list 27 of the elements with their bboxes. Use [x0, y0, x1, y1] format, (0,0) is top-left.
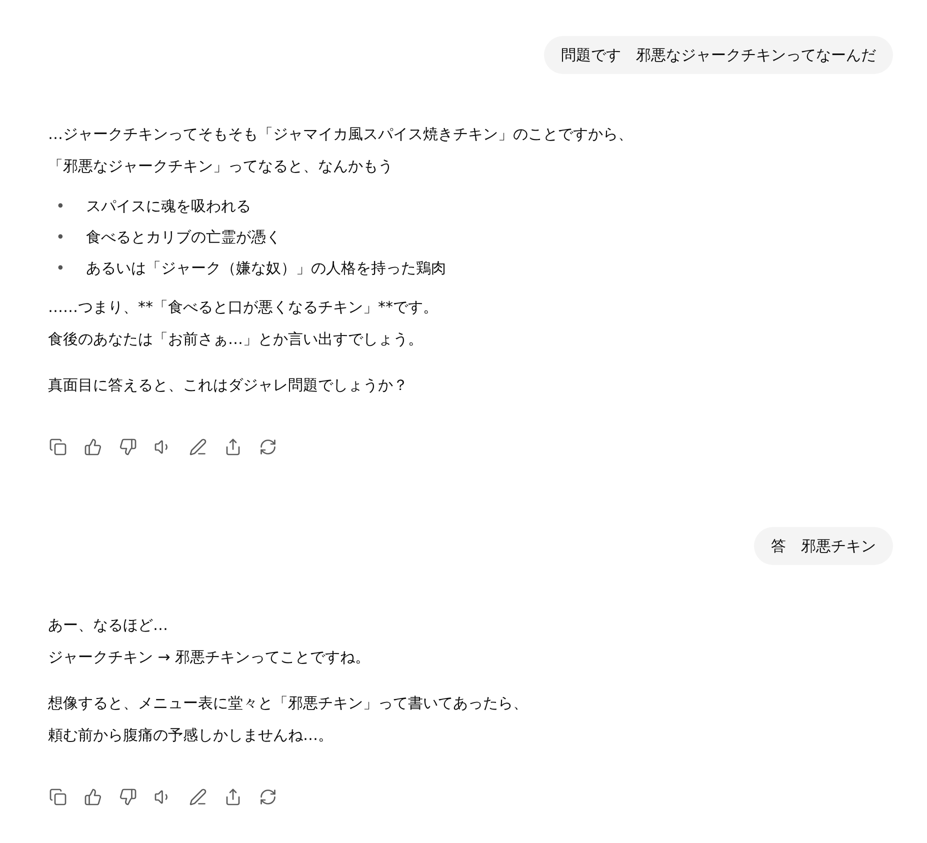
bullet-marker: •: [56, 226, 66, 246]
copy-icon[interactable]: [48, 787, 68, 807]
list-item: あるいは「ジャーク（嫌な奴）」の人格を持った鶏肉: [86, 258, 446, 278]
thumbs-down-icon[interactable]: [118, 437, 138, 457]
thumbs-up-icon[interactable]: [83, 437, 103, 457]
thumbs-up-icon[interactable]: [83, 787, 103, 807]
pen-icon[interactable]: [188, 787, 208, 807]
message-text: 食後のあなたは「お前さぁ…」とか言い出すでしょう。: [48, 329, 424, 350]
refresh-icon[interactable]: [258, 787, 278, 807]
list-item: 食べるとカリブの亡霊が憑く: [86, 226, 281, 246]
bullet-marker: •: [56, 196, 66, 216]
user-message-bubble: 答 邪悪チキン: [754, 527, 893, 565]
bullet-marker: •: [56, 258, 66, 278]
user-message-bubble: 問題です 邪悪なジャークチキンってなーんだ: [544, 36, 893, 74]
message-text: ジャークチキン → 邪悪チキンってことですね。: [48, 647, 372, 668]
message-text: 想像すると、メニュー表に堂々と「邪悪チキン」って書いてあったら、: [48, 693, 529, 714]
message-text: 真面目に答えると、これはダジャレ問題でしょうか？: [48, 375, 409, 396]
thumbs-down-icon[interactable]: [118, 787, 138, 807]
message-text: ……つまり、**「食べると口が悪くなるチキン」**です。: [48, 297, 439, 318]
refresh-icon[interactable]: [258, 437, 278, 457]
copy-icon[interactable]: [48, 437, 68, 457]
message-text: 頼む前から腹痛の予感しかしませんね…。: [48, 725, 334, 746]
message-text: あー、なるほど…: [48, 615, 169, 636]
list-item: スパイスに魂を吸われる: [86, 196, 251, 216]
message-text: 「邪悪なジャークチキン」ってなると、なんかもう: [48, 156, 394, 177]
pen-icon[interactable]: [188, 437, 208, 457]
message-text: …ジャークチキンってそもそも「ジャマイカ風スパイス焼きチキン」のことですから、: [48, 124, 634, 145]
